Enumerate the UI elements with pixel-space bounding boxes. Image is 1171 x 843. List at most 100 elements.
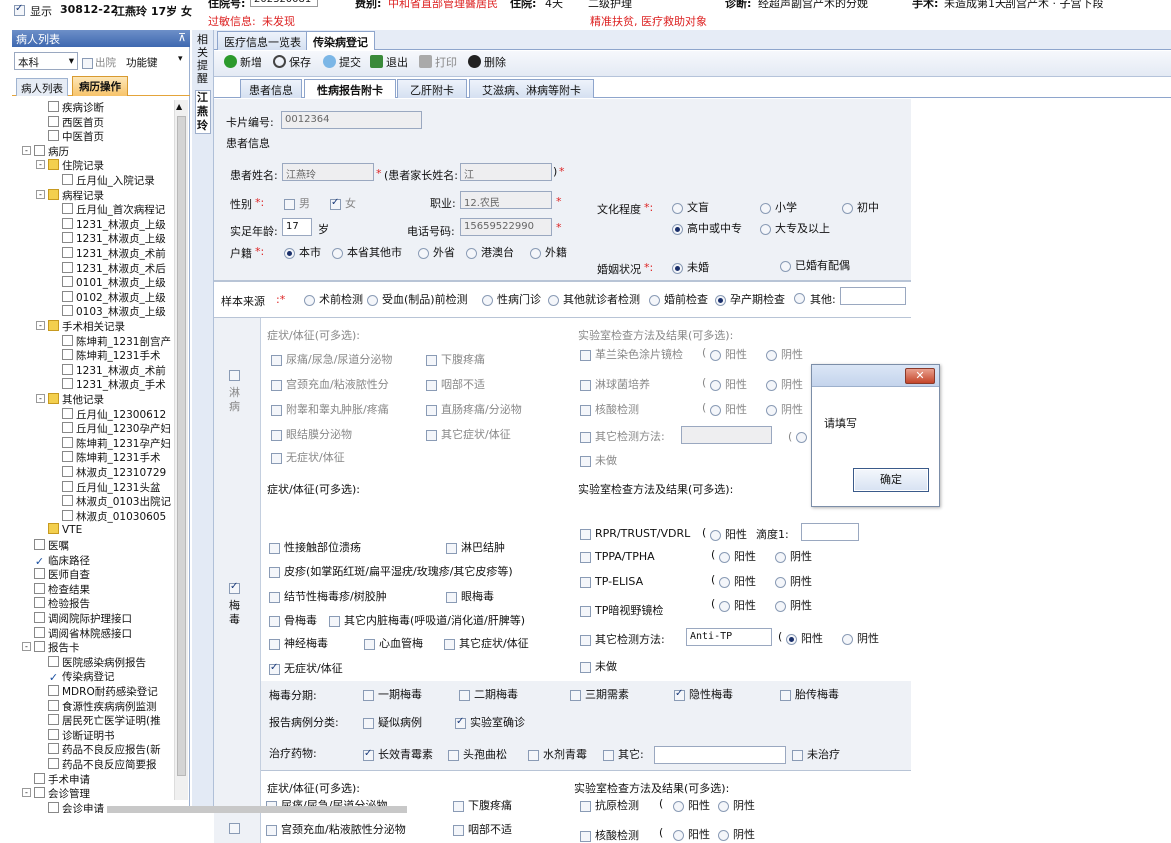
syp-symptom-checkbox[interactable]: 淋巴结肿 — [446, 539, 505, 555]
syp-symptom-checkbox[interactable]: 结节性梅毒疹/树胶肿 — [269, 588, 387, 604]
gon-lab-checkbox[interactable]: 核酸检测 — [580, 401, 639, 417]
titer-field[interactable] — [801, 523, 859, 541]
negative-radio[interactable]: 阴性 — [766, 401, 803, 417]
tree-item[interactable]: - 住院记录 — [12, 158, 104, 173]
tree-item[interactable]: 丘月仙_入院记录 — [12, 173, 155, 188]
gon-symptom-checkbox[interactable]: 无症状/体征 — [271, 449, 345, 465]
gon-other-method-field[interactable] — [681, 426, 772, 444]
drug-checkbox[interactable]: 未治疗 — [792, 746, 840, 762]
tree-item[interactable]: 林淑贞_0103出院记 — [12, 494, 171, 509]
collapse-icon[interactable]: - — [22, 642, 31, 652]
syp-lab-checkbox[interactable]: RPR/TRUST/VDRL — [580, 527, 690, 540]
horizontal-scrollbar[interactable] — [107, 806, 407, 813]
source-other-field[interactable] — [840, 287, 906, 305]
tree-item[interactable]: 陈坤莉_1231手术 — [12, 348, 160, 363]
tree-item[interactable]: 1231_林淑贞_术前 — [12, 246, 166, 261]
tree-item[interactable]: 陈坤莉_1231手术 — [12, 450, 160, 465]
third-symptom-checkbox[interactable]: 下腹疼痛 — [453, 797, 512, 813]
gender-male-checkbox[interactable]: 男 — [284, 195, 310, 211]
gon-symptom-checkbox[interactable]: 眼结膜分泌物 — [271, 426, 352, 442]
delete-button[interactable]: 删除 — [468, 54, 506, 72]
tree-item[interactable]: 疾病诊断 — [12, 100, 104, 115]
positive-radio[interactable] — [796, 432, 807, 443]
stage-checkbox[interactable]: 隐性梅毒 — [674, 686, 733, 702]
collapse-icon[interactable]: - — [36, 189, 45, 199]
tree-item[interactable]: 药品不良反应报告(新 — [12, 742, 161, 757]
collapse-icon[interactable]: - — [36, 321, 45, 330]
phone-field[interactable]: 15659522990 — [460, 218, 552, 236]
tree-item[interactable]: 西医首页 — [12, 115, 104, 130]
gon-lab-checkbox[interactable]: 革兰染色涂片镜检 — [580, 346, 683, 362]
tree-scrollbar[interactable]: ▲ — [174, 100, 188, 800]
tree-item[interactable]: 检查结果 — [12, 582, 90, 597]
tree-item[interactable]: 1231_林淑贞_手术 — [12, 377, 166, 392]
drug-checkbox[interactable]: 水剂青霉 — [528, 746, 587, 762]
syp-lab-checkbox[interactable]: TP-ELISA — [580, 575, 643, 588]
drug-checkbox[interactable]: 其它: — [603, 746, 644, 762]
gon-symptom-checkbox[interactable]: 其它症状/体征 — [426, 426, 511, 442]
education-radio[interactable]: 文盲 — [672, 199, 709, 215]
card-no-field[interactable]: 0012364 — [281, 111, 422, 129]
collapse-icon[interactable]: - — [36, 394, 45, 403]
syp-symptom-checkbox[interactable]: 无症状/体征 — [269, 660, 343, 676]
subtab-patient-info[interactable]: 患者信息 — [240, 79, 302, 98]
gon-symptom-checkbox[interactable]: 尿痛/尿急/尿道分泌物 — [271, 351, 392, 367]
tree-item[interactable]: 1231_林淑贞_术后 — [12, 261, 166, 276]
patient-name-tab[interactable]: 江燕玲 — [195, 90, 211, 134]
positive-radio[interactable]: 阳性 — [786, 630, 823, 646]
sample-source-radio[interactable]: 其他就诊者检测 — [548, 291, 640, 307]
parent-name-field[interactable]: 江 — [460, 163, 552, 181]
stage-checkbox[interactable]: 三期需素 — [570, 686, 629, 702]
gon-symptom-checkbox[interactable]: 下腹疼痛 — [426, 351, 485, 367]
tab-record-ops[interactable]: 病历操作 — [72, 76, 128, 96]
syp-other-method-field[interactable]: Anti-TP — [686, 628, 772, 646]
tree-item[interactable]: 林淑贞_01030605 — [12, 509, 166, 524]
dept-select[interactable]: 本科 ▾ — [14, 52, 78, 70]
tree-item[interactable]: 0103_林淑贞_上级 — [12, 304, 166, 319]
subtab-aids-card[interactable]: 艾滋病、淋病等附卡 — [469, 79, 594, 98]
education-radio[interactable]: 大专及以上 — [760, 220, 830, 236]
negative-radio[interactable]: 阴性 — [775, 597, 812, 613]
tree-item[interactable]: 居民死亡医学证明(推 — [12, 713, 161, 728]
gon-symptom-checkbox[interactable]: 宫颈充血/粘液脓性分 — [271, 376, 389, 392]
sample-source-radio[interactable]: 性病门诊 — [482, 291, 541, 307]
tree-item[interactable]: - 手术相关记录 — [12, 319, 125, 334]
function-key-menu[interactable]: 功能键 — [126, 55, 158, 70]
negative-radio[interactable]: 阴性 — [766, 376, 803, 392]
third-lab-checkbox[interactable]: 核酸检测 — [580, 827, 639, 843]
syp-lab-checkbox[interactable]: TP暗视野镜检 — [580, 602, 663, 618]
stage-checkbox[interactable]: 一期梅毒 — [363, 686, 422, 702]
negative-radio[interactable]: 阴性 — [775, 573, 812, 589]
drug-checkbox[interactable]: 头孢曲松 — [448, 746, 507, 762]
tree-item[interactable]: 诊断证明书 — [12, 728, 115, 743]
tree-item[interactable]: 1231_林淑贞_上级 — [12, 231, 166, 246]
syp-symptom-checkbox[interactable]: 心血管梅 — [364, 635, 423, 651]
syphilis-checkbox[interactable] — [229, 581, 244, 594]
positive-radio[interactable]: 阳性 — [673, 797, 710, 813]
positive-radio[interactable]: 阳性 — [719, 597, 756, 613]
tree-item[interactable]: 调阅院际护理接口 — [12, 611, 132, 626]
positive-radio[interactable]: 阳性 — [719, 573, 756, 589]
negative-radio[interactable]: 阴性 — [842, 630, 879, 646]
positive-radio[interactable]: 阳性 — [710, 526, 747, 542]
tree-item[interactable]: 0101_林淑贞_上级 — [12, 275, 166, 290]
education-radio[interactable]: 高中或中专 — [672, 220, 742, 236]
ok-button[interactable]: 确定 — [853, 468, 929, 492]
sample-source-radio[interactable]: 孕产期检查 — [715, 291, 785, 307]
job-field[interactable]: 12.农民 — [460, 191, 552, 209]
tree-item[interactable]: 陈坤莉_1231剖宫产 — [12, 334, 171, 349]
tree-item[interactable]: 调阅省林院感接口 — [12, 626, 132, 641]
positive-radio[interactable]: 阳性 — [673, 826, 710, 842]
positive-radio[interactable]: 阳性 — [710, 376, 747, 392]
case-checkbox[interactable]: 实验室确诊 — [455, 714, 525, 730]
subtab-hepb-card[interactable]: 乙肝附卡 — [397, 79, 467, 98]
sample-source-radio[interactable]: 受血(制品)前检测 — [367, 291, 468, 307]
tab-patient-list[interactable]: 病人列表 — [16, 78, 68, 96]
negative-radio[interactable]: 阴性 — [775, 548, 812, 564]
gon-symptom-checkbox[interactable]: 直肠疼痛/分泌物 — [426, 401, 522, 417]
marital-radio[interactable]: 未婚 — [672, 259, 709, 275]
tree-item[interactable]: 医师自查 — [12, 567, 90, 582]
tree-item[interactable]: 1231_林淑贞_上级 — [12, 217, 166, 232]
tree-item[interactable]: 药品不良反应简要报 — [12, 757, 157, 772]
syp-symptom-checkbox[interactable]: 骨梅毒 — [269, 612, 317, 628]
